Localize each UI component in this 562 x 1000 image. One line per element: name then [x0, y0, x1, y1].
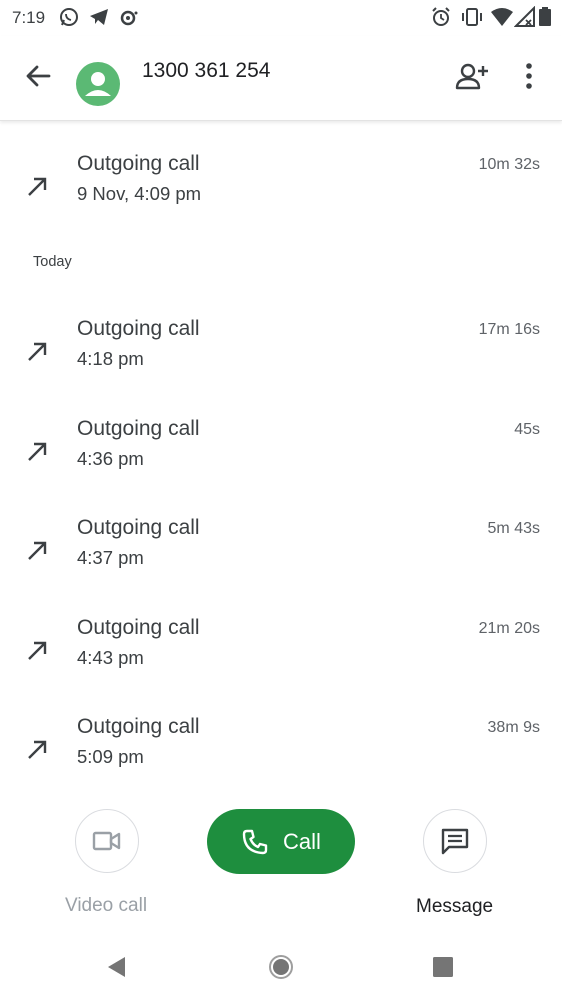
call-type: Outgoing call — [77, 616, 200, 639]
call-time: 9 Nov, 4:09 pm — [77, 183, 202, 204]
call-log-row[interactable]: Outgoing call 4:43 pm 21m 20s — [0, 616, 562, 706]
outgoing-call-icon — [28, 740, 47, 759]
call-type: Outgoing call — [77, 317, 200, 340]
message-label: Message — [416, 896, 494, 917]
call-time: 4:18 pm — [77, 348, 144, 369]
call-duration: 38m 9s — [487, 719, 540, 736]
phone-icon — [242, 829, 268, 854]
call-duration: 5m 43s — [487, 520, 540, 537]
nav-home-icon[interactable] — [268, 954, 294, 980]
message-button[interactable] — [423, 809, 487, 873]
more-vert-icon[interactable] — [516, 60, 542, 92]
call-button[interactable]: Call — [207, 809, 355, 874]
section-header-today: Today — [33, 254, 72, 270]
nav-recents-icon[interactable] — [432, 956, 454, 978]
add-contact-icon[interactable] — [454, 60, 490, 92]
call-type: Outgoing call — [77, 516, 200, 539]
signal-icon — [120, 10, 138, 26]
call-duration: 10m 32s — [478, 156, 540, 173]
alarm-icon — [432, 7, 450, 26]
navigation-bar — [0, 935, 562, 1000]
outgoing-call-icon — [28, 641, 47, 660]
call-type: Outgoing call — [77, 152, 200, 175]
call-duration: 45s — [514, 421, 540, 438]
call-time: 4:43 pm — [77, 647, 144, 668]
call-log-row[interactable]: Outgoing call 4:37 pm 5m 43s — [0, 516, 562, 606]
video-call-button[interactable] — [75, 809, 139, 873]
outgoing-call-icon — [28, 442, 47, 461]
status-bar: 7:19 — [0, 0, 562, 36]
call-log-row[interactable]: Outgoing call 9 Nov, 4:09 pm 10m 32s — [0, 152, 562, 242]
outgoing-call-icon — [28, 342, 47, 361]
app-bar: 1300 361 254 — [0, 36, 562, 121]
call-button-label: Call — [283, 828, 321, 854]
call-log-row[interactable]: Outgoing call 4:36 pm 45s — [0, 417, 562, 507]
call-duration: 21m 20s — [478, 620, 540, 637]
call-time: 5:09 pm — [77, 746, 144, 767]
telegram-icon — [90, 9, 108, 25]
nav-back-icon[interactable] — [105, 955, 129, 979]
call-time: 4:36 pm — [77, 448, 144, 469]
action-bar: Video call Call Message — [0, 800, 562, 930]
phone-number: 1300 361 254 — [142, 59, 271, 82]
back-arrow-icon[interactable] — [22, 60, 54, 92]
video-call-label: Video call — [65, 895, 148, 916]
person-icon — [85, 72, 111, 96]
call-time: 4:37 pm — [77, 547, 144, 568]
call-type: Outgoing call — [77, 715, 200, 738]
videocam-icon — [92, 831, 121, 851]
vibrate-icon — [462, 8, 482, 26]
battery-icon — [539, 7, 551, 26]
status-time: 7:19 — [12, 8, 46, 27]
call-log-row[interactable]: Outgoing call 5:09 pm 38m 9s — [0, 715, 562, 805]
call-duration: 17m 16s — [478, 321, 540, 338]
call-log-row[interactable]: Outgoing call 4:18 pm 17m 16s — [0, 317, 562, 407]
message-icon — [441, 828, 469, 855]
call-type: Outgoing call — [77, 417, 200, 440]
wifi-icon — [491, 8, 513, 26]
avatar — [76, 62, 120, 106]
outgoing-call-icon — [28, 177, 47, 196]
outgoing-call-icon — [28, 541, 47, 560]
cell-signal-icon — [514, 6, 535, 27]
whatsapp-icon — [60, 8, 78, 26]
